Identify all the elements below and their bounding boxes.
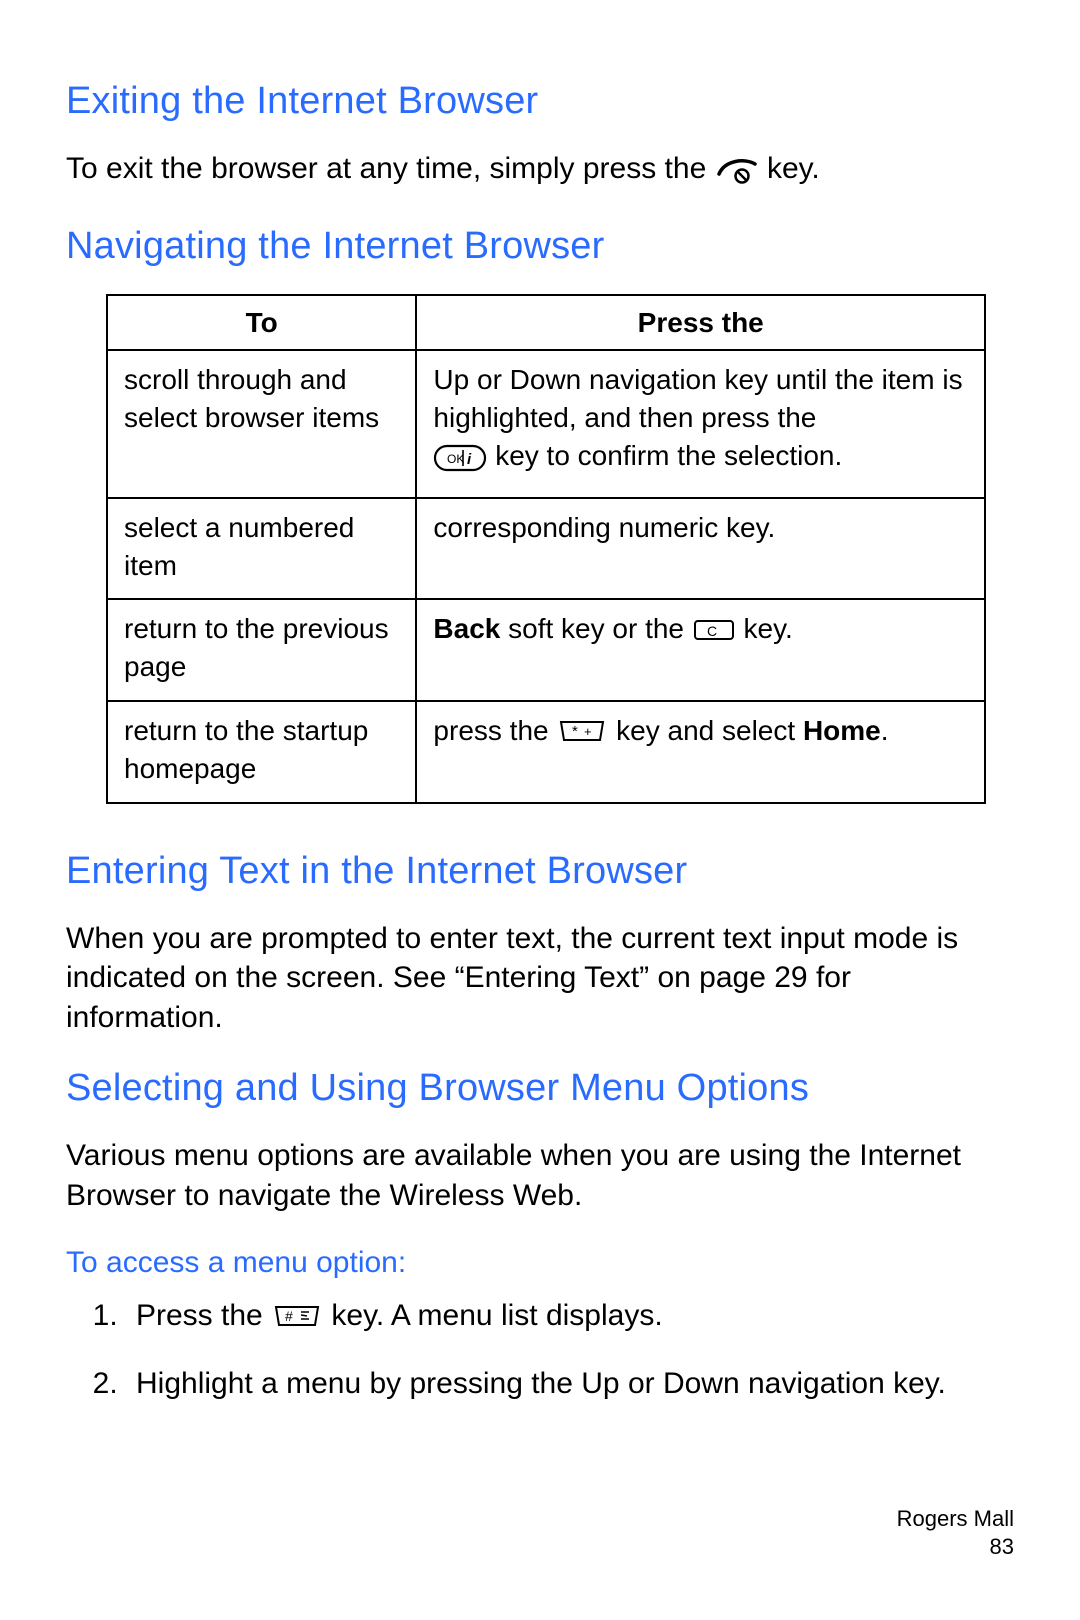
back-label: Back [433,613,500,644]
cell-to: return to the startup homepage [107,701,416,803]
th-press: Press the [416,295,985,351]
r3-mid: soft key or the [500,613,691,644]
r1-line1: Up or Down navigation key until the item… [433,364,962,433]
cell-press: press the * + key and select Home. [416,701,985,803]
table-header-row: To Press the [107,295,985,351]
svg-text:OK: OK [447,452,464,466]
cell-to: return to the previous page [107,599,416,701]
manual-page: Exiting the Internet Browser To exit the… [0,0,1080,1620]
step-1-pre: Press the [136,1299,271,1332]
heading-menu-options: Selecting and Using Browser Menu Options [66,1067,1014,1110]
table-row: select a numbered item corresponding num… [107,498,985,600]
heading-exit-browser: Exiting the Internet Browser [66,80,1014,123]
footer-title: Rogers Mall [897,1506,1014,1531]
heading-navigating: Navigating the Internet Browser [66,225,1014,268]
th-to: To [107,295,416,351]
menu-options-body: Various menu options are available when … [66,1136,1014,1215]
svg-text:*: * [572,723,578,740]
cell-to: scroll through and select browser items [107,350,416,497]
table-row: return to the startup homepage press the… [107,701,985,803]
exit-browser-text: To exit the browser at any time, simply … [66,149,1014,195]
exit-text-after: key. [767,152,820,185]
cell-press: Up or Down navigation key until the item… [416,350,985,497]
table-row: return to the previous page Back soft ke… [107,599,985,701]
hash-key-icon: # [271,1301,323,1343]
table-row: scroll through and select browser items … [107,350,985,497]
r4-mid: key and select [608,715,803,746]
r3-after-icon: key. [736,613,793,644]
svg-text:#: # [285,1308,293,1324]
heading-entering-text: Entering Text in the Internet Browser [66,850,1014,893]
subhead-access-menu: To access a menu option: [66,1246,1014,1280]
svg-text:i: i [467,451,472,468]
cell-press: corresponding numeric key. [416,498,985,600]
navigation-table: To Press the scroll through and select b… [106,294,986,804]
step-2: Highlight a menu by pressing the Up or D… [126,1364,1014,1405]
step-1: Press the # key. A menu list displays. [126,1296,1014,1343]
steps-list: Press the # key. A menu list displays. H… [66,1296,1014,1405]
step-1-post: key. A menu list displays. [323,1299,663,1332]
exit-text-before: To exit the browser at any time, simply … [66,152,715,185]
page-footer: Rogers Mall 83 [897,1505,1014,1560]
end-call-key-icon [715,152,759,195]
footer-page-number: 83 [990,1534,1014,1559]
svg-text:C: C [707,623,717,639]
entering-text-body: When you are prompted to enter text, the… [66,919,1014,1038]
ok-key-icon: OK i [433,443,487,483]
svg-text:+: + [584,724,592,739]
cell-to: select a numbered item [107,498,416,600]
r1-after-icon: key to confirm the selection. [495,440,842,471]
r4-pre: press the [433,715,556,746]
home-label: Home [803,715,881,746]
clear-key-icon: C [692,615,736,653]
cell-press: Back soft key or the C key. [416,599,985,701]
r4-end: . [881,715,889,746]
star-key-icon: * + [556,716,608,756]
